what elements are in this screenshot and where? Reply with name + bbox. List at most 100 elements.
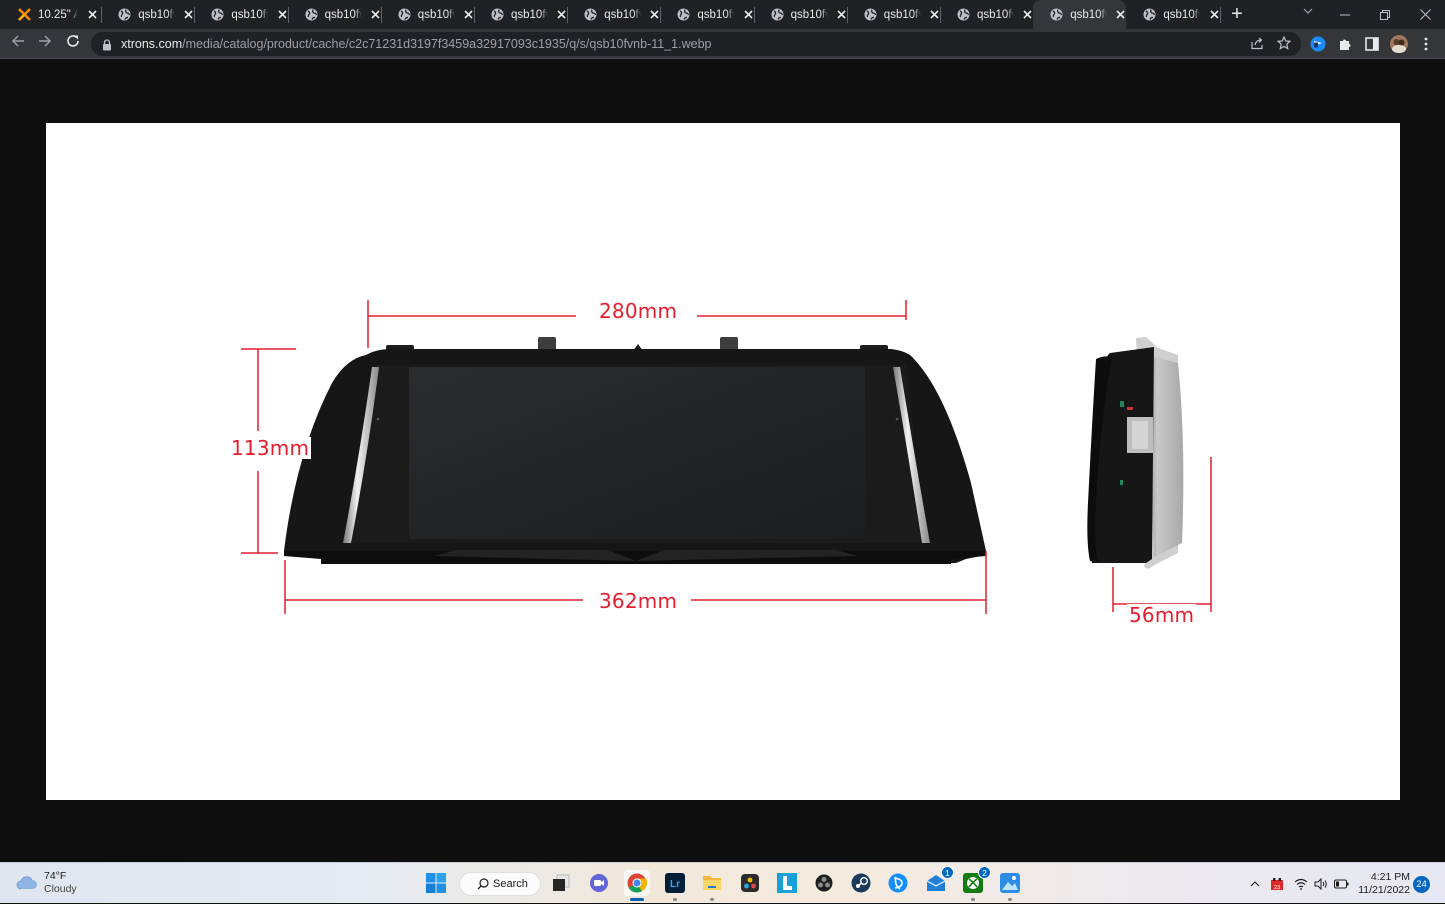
browser-tab[interactable]: qsb10fvnb-11_1 xyxy=(1126,0,1221,29)
task-view-button[interactable] xyxy=(548,870,574,896)
browser-tab[interactable]: qsb10fvnb-11_1 xyxy=(1033,0,1127,29)
tab-close-button[interactable] xyxy=(929,9,940,21)
back-button[interactable] xyxy=(8,34,28,54)
tab-title: qsb10fvnb-11_1 xyxy=(1070,8,1108,21)
browser-tab[interactable]: qsb10fvnb-11_1 xyxy=(847,0,941,29)
taskbar-steam[interactable] xyxy=(848,870,874,896)
browser-tab[interactable]: qsb10fvnb-11_1 xyxy=(754,0,848,29)
close-icon xyxy=(743,10,753,19)
browser-tab[interactable]: qsb10fvnb-11_1 xyxy=(381,0,475,29)
forward-button[interactable] xyxy=(35,34,55,54)
lock-icon[interactable] xyxy=(102,38,112,51)
browser-tab[interactable]: qsb10fvnb-11_1 xyxy=(940,0,1035,29)
folder-icon xyxy=(703,876,721,890)
tab-close-button[interactable] xyxy=(1115,9,1126,21)
steam-icon xyxy=(851,873,871,893)
bookmark-star-icon[interactable] xyxy=(1276,35,1292,52)
weather-widget[interactable]: 74°F Cloudy xyxy=(16,870,77,896)
new-tab-button[interactable]: + xyxy=(1228,4,1246,24)
globe-icon xyxy=(1050,8,1063,21)
calendar-icon: 23 xyxy=(1271,877,1283,891)
close-icon xyxy=(87,10,97,19)
taskbar-davinci-resolve[interactable] xyxy=(737,870,763,896)
tab-close-button[interactable] xyxy=(370,9,381,21)
close-window-button[interactable] xyxy=(1405,0,1445,29)
minimize-button[interactable] xyxy=(1325,0,1365,29)
browser-tab[interactable]: qsb10fvnb-11_1 xyxy=(288,0,382,29)
wifi-status[interactable] xyxy=(1294,863,1308,904)
notification-center-badge[interactable]: 24 xyxy=(1413,876,1430,893)
close-icon xyxy=(184,10,193,19)
browser-tab[interactable]: qsb10fvnb-11_1 xyxy=(194,0,289,29)
tab-close-button[interactable] xyxy=(836,9,847,21)
tab-title: 10.25" Android xyxy=(38,8,78,21)
tray-calendar-app[interactable]: 23 xyxy=(1270,863,1284,904)
mail-badge: 1 xyxy=(941,866,954,879)
browser-tab[interactable]: qsb10fvnb-11_1 xyxy=(101,0,196,29)
tab-close-button[interactable] xyxy=(742,9,753,21)
tab-close-button[interactable] xyxy=(86,9,98,21)
speaker-icon xyxy=(1314,877,1327,890)
tab-close-button[interactable] xyxy=(1022,9,1033,21)
taskbar-search[interactable]: Search xyxy=(459,872,541,896)
extension-icon-blue[interactable] xyxy=(1308,34,1328,54)
tab-close-button[interactable] xyxy=(183,9,194,21)
taskbar-mail[interactable]: 1 xyxy=(923,866,954,896)
close-icon xyxy=(650,10,659,19)
close-icon xyxy=(1116,10,1125,19)
running-indicator xyxy=(673,898,677,901)
tab-close-button[interactable] xyxy=(1208,9,1219,21)
svg-text:23: 23 xyxy=(1274,885,1280,891)
tab-title: qsb10fvnb-11_1 xyxy=(790,8,828,21)
address-bar[interactable]: xtrons.com/media/catalog/product/cache/c… xyxy=(91,32,1301,56)
profile-avatar[interactable] xyxy=(1389,34,1409,54)
taskbar-lightroom[interactable]: Lr xyxy=(662,870,688,901)
battery-status[interactable] xyxy=(1334,863,1349,904)
tab-title: qsb10fvnb-11_1 xyxy=(604,8,642,21)
product-image[interactable]: 280mm 113mm 362mm 56mm xyxy=(46,123,1400,800)
start-button[interactable] xyxy=(423,870,449,896)
reload-button[interactable] xyxy=(63,34,83,54)
chrome-icon xyxy=(627,873,647,893)
globe-icon xyxy=(1143,8,1156,21)
share-icon[interactable] xyxy=(1249,36,1265,52)
browser-tab[interactable]: 10.25" Android xyxy=(8,0,103,29)
browser-tab[interactable]: qsb10fvnb-11_1 xyxy=(567,0,662,29)
tab-close-button[interactable] xyxy=(649,9,660,21)
browser-tab[interactable]: qsb10fvnb-11_1 xyxy=(660,0,755,29)
overall-width-label: 362mm xyxy=(597,589,680,613)
teams-chat-button[interactable] xyxy=(586,870,612,896)
tab-search-chevron-icon[interactable] xyxy=(1300,5,1316,21)
chevron-up-icon xyxy=(1250,880,1260,886)
volume-control[interactable] xyxy=(1314,863,1328,904)
show-hidden-icons-button[interactable] xyxy=(1250,863,1260,904)
tab-close-button[interactable] xyxy=(276,9,287,21)
weather-desc: Cloudy xyxy=(44,883,77,895)
l-app-icon xyxy=(777,873,797,893)
chrome-menu-icon[interactable] xyxy=(1416,34,1436,54)
extensions-puzzle-icon[interactable] xyxy=(1335,34,1355,54)
tab-close-button[interactable] xyxy=(556,9,567,21)
battery-icon xyxy=(1334,879,1349,888)
front-width-label: 280mm xyxy=(597,299,680,323)
side-panel-icon[interactable] xyxy=(1362,34,1382,54)
restore-button[interactable] xyxy=(1365,0,1405,29)
taskbar-xbox[interactable]: 2 xyxy=(960,866,991,901)
active-indicator xyxy=(630,898,644,901)
running-indicator xyxy=(1008,898,1012,901)
page-viewport: 280mm 113mm 362mm 56mm xyxy=(0,60,1445,862)
taskbar-file-explorer[interactable] xyxy=(699,870,725,901)
taskbar-chrome[interactable] xyxy=(624,870,650,901)
close-icon xyxy=(837,10,846,19)
taskbar-battle-net[interactable] xyxy=(885,870,911,896)
taskbar-photos[interactable] xyxy=(997,870,1023,901)
globe-icon xyxy=(957,8,970,21)
browser-tab[interactable]: qsb10fvnb-11_1 xyxy=(474,0,569,29)
system-clock[interactable]: 4:21 PM 11/21/2022 xyxy=(1356,871,1410,897)
url-text[interactable]: xtrons.com/media/catalog/product/cache/c… xyxy=(121,37,712,51)
taskbar-obs[interactable] xyxy=(811,870,837,896)
browser-toolbar: xtrons.com/media/catalog/product/cache/c… xyxy=(0,29,1445,59)
tab-close-button[interactable] xyxy=(463,9,474,21)
tab-title: qsb10fvnb-11_1 xyxy=(138,8,176,21)
taskbar-l-app[interactable] xyxy=(774,870,800,896)
